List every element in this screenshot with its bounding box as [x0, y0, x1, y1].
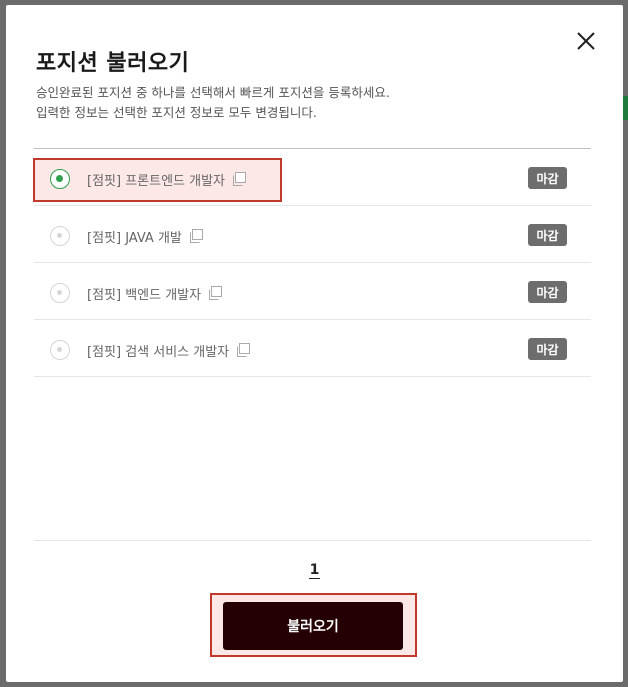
- position-label: [점핏] JAVA 개발: [87, 231, 182, 246]
- copy-icon[interactable]: [188, 229, 203, 244]
- page-number-current[interactable]: 1: [308, 562, 321, 579]
- load-button-highlight: 불러오기: [210, 593, 417, 657]
- position-list: [점핏] 프론트엔드 개발자 마감 [점핏] JAVA 개발 마감 [점핏] 백…: [33, 148, 591, 377]
- modal-description: 승인완료된 포지션 중 하나를 선택해서 빠르게 포지션을 등록하세요. 입력한…: [36, 83, 596, 123]
- status-badge: 마감: [528, 338, 567, 360]
- load-button[interactable]: 불러오기: [223, 602, 403, 650]
- radio-icon[interactable]: [50, 283, 70, 303]
- copy-icon[interactable]: [207, 286, 223, 301]
- position-label: [점핏] 프론트엔드 개발자: [87, 174, 226, 189]
- status-badge: 마감: [528, 281, 567, 303]
- close-button[interactable]: [575, 30, 597, 52]
- position-row[interactable]: [점핏] JAVA 개발 마감: [34, 206, 591, 263]
- divider: [34, 540, 591, 541]
- copy-icon[interactable]: [231, 172, 247, 187]
- position-label: [점핏] 백엔드 개발자: [87, 288, 202, 303]
- position-row[interactable]: [점핏] 백엔드 개발자 마감: [34, 263, 591, 320]
- close-icon: [577, 32, 595, 50]
- status-badge: 마감: [528, 224, 567, 246]
- pagination: 1: [6, 562, 623, 579]
- copy-icon[interactable]: [235, 343, 251, 358]
- position-row[interactable]: [점핏] 검색 서비스 개발자 마감: [34, 320, 591, 377]
- radio-icon[interactable]: [50, 169, 70, 189]
- load-position-modal: 포지션 불러오기 승인완료된 포지션 중 하나를 선택해서 빠르게 포지션을 등…: [6, 5, 623, 682]
- radio-icon[interactable]: [50, 340, 70, 360]
- modal-title: 포지션 불러오기: [36, 51, 190, 76]
- position-row[interactable]: [점핏] 프론트엔드 개발자 마감: [33, 149, 591, 206]
- radio-icon[interactable]: [50, 226, 70, 246]
- status-badge: 마감: [528, 167, 567, 189]
- description-line-1: 승인완료된 포지션 중 하나를 선택해서 빠르게 포지션을 등록하세요.: [36, 85, 390, 100]
- description-line-2: 입력한 정보는 선택한 포지션 정보로 모두 변경됩니다.: [36, 105, 317, 120]
- position-label: [점핏] 검색 서비스 개발자: [87, 345, 230, 360]
